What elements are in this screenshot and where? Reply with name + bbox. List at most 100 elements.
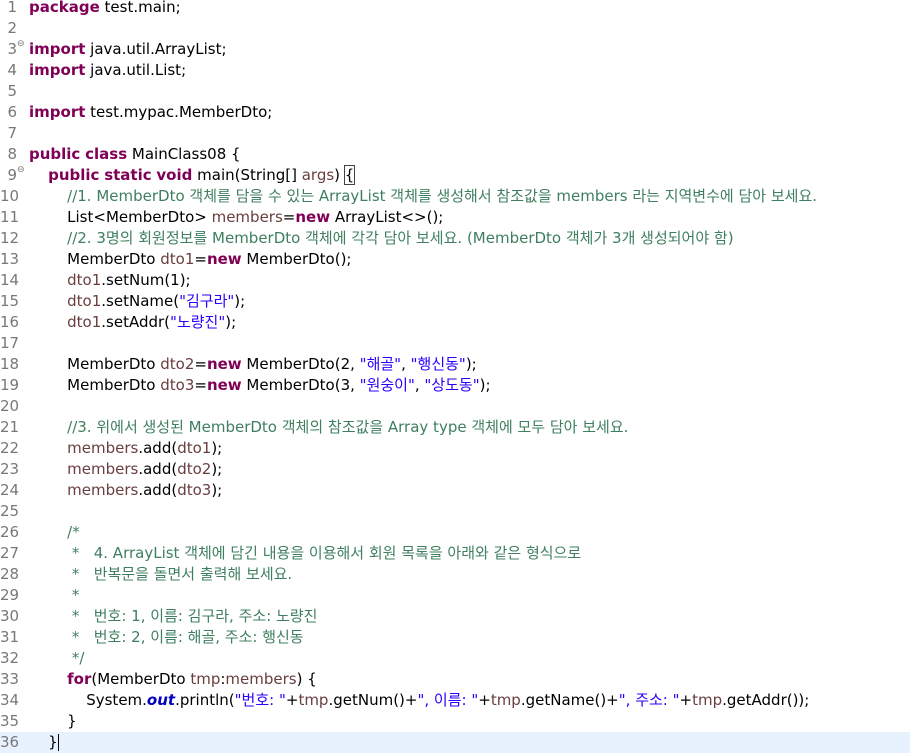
code-line[interactable]: 2 bbox=[0, 18, 910, 39]
code-token: = bbox=[282, 208, 296, 226]
string-token: "상도동" bbox=[424, 376, 480, 394]
line-number: 28 bbox=[0, 565, 20, 583]
keyword-token: new bbox=[206, 250, 242, 268]
code-editor[interactable]: 1 package test.main; 2 3 ⊖ import java.util.A… bbox=[0, 0, 910, 753]
code-token: .getNum()+ bbox=[328, 691, 418, 709]
code-line[interactable]: 1 package test.main; bbox=[0, 0, 910, 18]
fold-toggle-icon[interactable]: ⊖ bbox=[17, 160, 25, 181]
code-line[interactable]: 32 */ bbox=[0, 648, 910, 669]
code-line[interactable]: 16 dto1.setAddr("노량진"); bbox=[0, 312, 910, 333]
code-token: ); bbox=[465, 355, 477, 373]
code-text: package test.main; bbox=[29, 0, 181, 18]
line-number: 27 bbox=[0, 544, 20, 562]
keyword-token: class bbox=[85, 145, 128, 163]
line-number: 3 bbox=[7, 40, 17, 58]
line-number: 10 bbox=[0, 187, 20, 205]
code-line[interactable]: 7 bbox=[0, 123, 910, 144]
code-token: MemberDto bbox=[67, 355, 161, 373]
variable-token: tmp bbox=[298, 691, 329, 709]
code-line[interactable]: 34 System.out.println("번호: "+tmp.getNum(… bbox=[0, 690, 910, 711]
line-number: 26 bbox=[0, 523, 20, 541]
code-line[interactable]: 17 bbox=[0, 333, 910, 354]
string-token: ", 이름: " bbox=[417, 691, 479, 709]
code-token: ); bbox=[211, 439, 223, 457]
code-line[interactable]: 6 import test.mypac.MemberDto; bbox=[0, 102, 910, 123]
line-number: 1 bbox=[7, 0, 17, 16]
code-token: .add( bbox=[138, 439, 178, 457]
variable-token: tmp bbox=[190, 670, 221, 688]
code-line[interactable]: 4 import java.util.List; bbox=[0, 60, 910, 81]
line-number: 22 bbox=[0, 439, 20, 457]
code-line[interactable]: 21 //3. 위에서 생성된 MemberDto 객체의 참조값을 Array… bbox=[0, 417, 910, 438]
variable-token: dto1 bbox=[177, 439, 212, 457]
keyword-token: import bbox=[29, 40, 86, 58]
line-number: 24 bbox=[0, 481, 20, 499]
code-line[interactable]: 9 ⊖ public static void main(String[] args… bbox=[0, 165, 910, 186]
code-token: ); bbox=[211, 460, 223, 478]
code-token: .getName()+ bbox=[520, 691, 619, 709]
line-number: 16 bbox=[0, 313, 20, 331]
code-line[interactable]: 19 MemberDto dto3=new MemberDto(3, "원숭이"… bbox=[0, 375, 910, 396]
line-number: 8 bbox=[7, 145, 17, 163]
code-line[interactable]: 31 * 번호: 2, 이름: 해골, 주소: 행신동 bbox=[0, 627, 910, 648]
code-line[interactable]: 28 * 반복문을 돌면서 출력해 보세요. bbox=[0, 564, 910, 585]
code-text: //1. MemberDto 객체를 담을 수 있는 ArrayList 객체를… bbox=[29, 186, 817, 207]
code-line[interactable]: 13 MemberDto dto1=new MemberDto(); bbox=[0, 249, 910, 270]
code-line[interactable]: 30 * 번호: 1, 이름: 김구라, 주소: 노량진 bbox=[0, 606, 910, 627]
code-token: ); bbox=[225, 313, 237, 331]
code-line[interactable]: 12 //2. 3명의 회원정보를 MemberDto 객체에 각각 담아 보세… bbox=[0, 228, 910, 249]
code-line[interactable]: 22 members.add(dto1); bbox=[0, 438, 910, 459]
code-line[interactable]: 15 dto1.setName("김구라"); bbox=[0, 291, 910, 312]
comment-token: * 반복문을 돌면서 출력해 보세요. bbox=[67, 565, 293, 583]
code-token: ); bbox=[211, 481, 223, 499]
fold-toggle-icon[interactable]: ⊖ bbox=[17, 34, 25, 55]
code-token: MemberDto bbox=[67, 376, 161, 394]
code-text: members.add(dto3); bbox=[29, 480, 222, 501]
code-line[interactable]: 36 } bbox=[0, 732, 910, 753]
code-token: MemberDto(); bbox=[241, 250, 352, 268]
code-line[interactable]: 11 List<MemberDto> members=new ArrayList… bbox=[0, 207, 910, 228]
line-number: 32 bbox=[0, 649, 20, 667]
code-text: } bbox=[29, 711, 77, 732]
keyword-token: for bbox=[67, 670, 92, 688]
matching-brace: { bbox=[343, 165, 356, 185]
line-number: 36 bbox=[0, 733, 20, 751]
code-line[interactable]: 29 * bbox=[0, 585, 910, 606]
code-line[interactable]: 8 public class MainClass08 { bbox=[0, 144, 910, 165]
code-line[interactable]: 14 dto1.setNum(1); bbox=[0, 270, 910, 291]
variable-token: dto1 bbox=[67, 313, 102, 331]
keyword-token: void bbox=[156, 166, 193, 184]
variable-token: members bbox=[211, 208, 283, 226]
code-line[interactable]: 27 * 4. ArrayList 객체에 담긴 내용을 이용해서 회원 목록을… bbox=[0, 543, 910, 564]
code-token: (MemberDto bbox=[91, 670, 191, 688]
line-number: 34 bbox=[0, 691, 20, 709]
keyword-token: public bbox=[29, 145, 81, 163]
line-number: 31 bbox=[0, 628, 20, 646]
string-token: "해골" bbox=[359, 355, 402, 373]
code-line[interactable]: 33 for(MemberDto tmp:members) { bbox=[0, 669, 910, 690]
code-line[interactable]: 24 members.add(dto3); bbox=[0, 480, 910, 501]
code-line[interactable]: 3 ⊖ import java.util.ArrayList; bbox=[0, 39, 910, 60]
code-token: System. bbox=[86, 691, 147, 709]
code-line[interactable]: 26 /* bbox=[0, 522, 910, 543]
line-number: 17 bbox=[0, 334, 20, 352]
code-line[interactable]: 25 bbox=[0, 501, 910, 522]
line-number: 13 bbox=[0, 250, 20, 268]
code-line[interactable]: 10 //1. MemberDto 객체를 담을 수 있는 ArrayList … bbox=[0, 186, 910, 207]
code-text: System.out.println("번호: "+tmp.getNum()+"… bbox=[29, 690, 809, 711]
code-token: java.util.ArrayList; bbox=[85, 40, 227, 58]
code-line[interactable]: 5 bbox=[0, 81, 910, 102]
variable-token: dto3 bbox=[160, 376, 195, 394]
code-line[interactable]: 18 MemberDto dto2=new MemberDto(2, "해골",… bbox=[0, 354, 910, 375]
keyword-token: new bbox=[295, 208, 331, 226]
comment-token: //3. 위에서 생성된 MemberDto 객체의 참조값을 Array ty… bbox=[67, 418, 629, 436]
variable-token: members bbox=[67, 439, 139, 457]
closing-brace: } bbox=[48, 733, 58, 751]
code-line[interactable]: 20 bbox=[0, 396, 910, 417]
comment-token: //2. 3명의 회원정보를 MemberDto 객체에 각각 담아 보세요. … bbox=[67, 229, 734, 247]
variable-token: dto1 bbox=[160, 250, 195, 268]
code-line[interactable]: 23 members.add(dto2); bbox=[0, 459, 910, 480]
code-line[interactable]: 35 } bbox=[0, 711, 910, 732]
variable-token: dto3 bbox=[177, 481, 212, 499]
code-token: .add( bbox=[138, 460, 178, 478]
